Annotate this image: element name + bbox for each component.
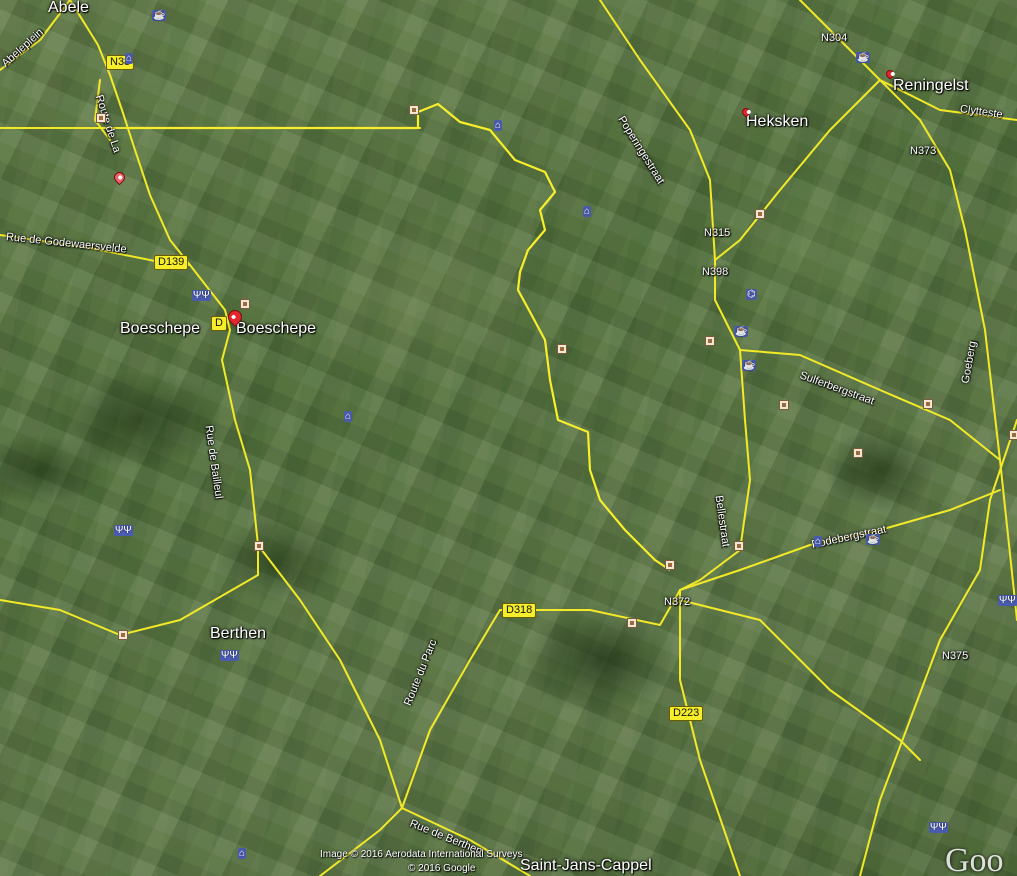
route-n372: N372 <box>664 596 691 608</box>
poi-marker-icon[interactable] <box>240 299 250 309</box>
cafe-icon[interactable]: ☕ <box>734 326 749 337</box>
poi-marker-icon[interactable] <box>118 630 128 640</box>
cafe-icon[interactable]: ☕ <box>856 52 871 63</box>
road-n375 <box>859 419 1017 876</box>
road-route-du-parc <box>401 609 501 809</box>
poi-marker-icon[interactable] <box>734 541 744 551</box>
cafe-icon[interactable]: ☕ <box>152 10 167 21</box>
museum-icon[interactable]: ⌬ <box>746 289 757 300</box>
shield-d223: D223 <box>669 706 704 721</box>
road-heksken <box>714 79 881 261</box>
hotel-icon[interactable]: ⌂ <box>814 536 823 547</box>
route-n375: N375 <box>942 650 969 662</box>
poi-marker-icon[interactable] <box>755 209 765 219</box>
hotel-icon[interactable]: ⌂ <box>238 848 247 859</box>
restaurant-icon[interactable]: ΨΨ <box>220 650 239 661</box>
place-saint-jans-cappel: Saint-Jans-Cappel <box>520 857 652 874</box>
road-n373 <box>879 79 1017 621</box>
road-network <box>0 0 1017 876</box>
poi-marker-icon[interactable] <box>557 344 567 354</box>
cafe-icon[interactable]: ☕ <box>742 360 757 371</box>
shield-d318: D318 <box>502 603 537 618</box>
google-logo: Goo <box>945 842 1004 876</box>
imagery-attribution: Image © 2016 Aerodata International Surv… <box>320 849 523 860</box>
place-reningelst: Reningelst <box>893 77 969 94</box>
poi-marker-icon[interactable] <box>705 336 715 346</box>
poi-marker-icon[interactable] <box>409 105 419 115</box>
country-border <box>130 102 671 571</box>
restaurant-icon[interactable]: ΨΨ <box>929 822 948 833</box>
road-east-lane <box>679 599 921 761</box>
poi-marker-icon[interactable] <box>923 399 933 409</box>
hotel-icon[interactable]: ⌂ <box>583 206 592 217</box>
poi-marker-icon[interactable] <box>1009 430 1017 440</box>
road-d223 <box>679 589 741 876</box>
copyright-attribution: © 2016 Google <box>408 863 476 874</box>
road-poperingestraat <box>599 0 751 591</box>
shield-d: D <box>211 316 227 331</box>
place-abele: Abele <box>48 0 89 16</box>
cafe-icon[interactable]: ☕ <box>866 534 881 545</box>
poi-marker-icon[interactable] <box>96 113 106 123</box>
route-n315: N315 <box>704 227 731 239</box>
hotel-icon[interactable]: ⌂ <box>494 120 503 131</box>
road-rue-de-bailleul-south <box>257 544 403 876</box>
place-boeschepe-right: Boeschepe <box>236 320 317 337</box>
road-n304 <box>799 0 1017 121</box>
hotel-icon[interactable]: ⌂ <box>125 53 134 64</box>
road-abele-boeschepe <box>69 0 259 546</box>
poi-marker-icon[interactable] <box>779 400 789 410</box>
route-n373: N373 <box>910 145 937 157</box>
hotel-icon[interactable]: ⌂ <box>344 411 353 422</box>
restaurant-icon[interactable]: ΨΨ <box>998 595 1017 606</box>
poi-marker-icon[interactable] <box>627 618 637 628</box>
poi-marker-icon[interactable] <box>665 560 675 570</box>
route-n304: N304 <box>821 32 848 44</box>
restaurant-icon[interactable]: ΨΨ <box>114 525 133 536</box>
satellite-map[interactable]: Abele Reningelst Heksken Boeschepe Boesc… <box>0 0 1017 876</box>
shield-d139: D139 <box>154 255 189 270</box>
road-berthen-west <box>0 544 259 636</box>
route-n398: N398 <box>702 266 729 278</box>
place-boeschepe-left: Boeschepe <box>120 320 201 337</box>
place-heksken: Heksken <box>746 113 809 130</box>
restaurant-icon[interactable]: ΨΨ <box>192 290 211 301</box>
poi-marker-icon[interactable] <box>853 448 863 458</box>
poi-marker-icon[interactable] <box>254 541 264 551</box>
place-berthen: Berthen <box>210 625 267 642</box>
